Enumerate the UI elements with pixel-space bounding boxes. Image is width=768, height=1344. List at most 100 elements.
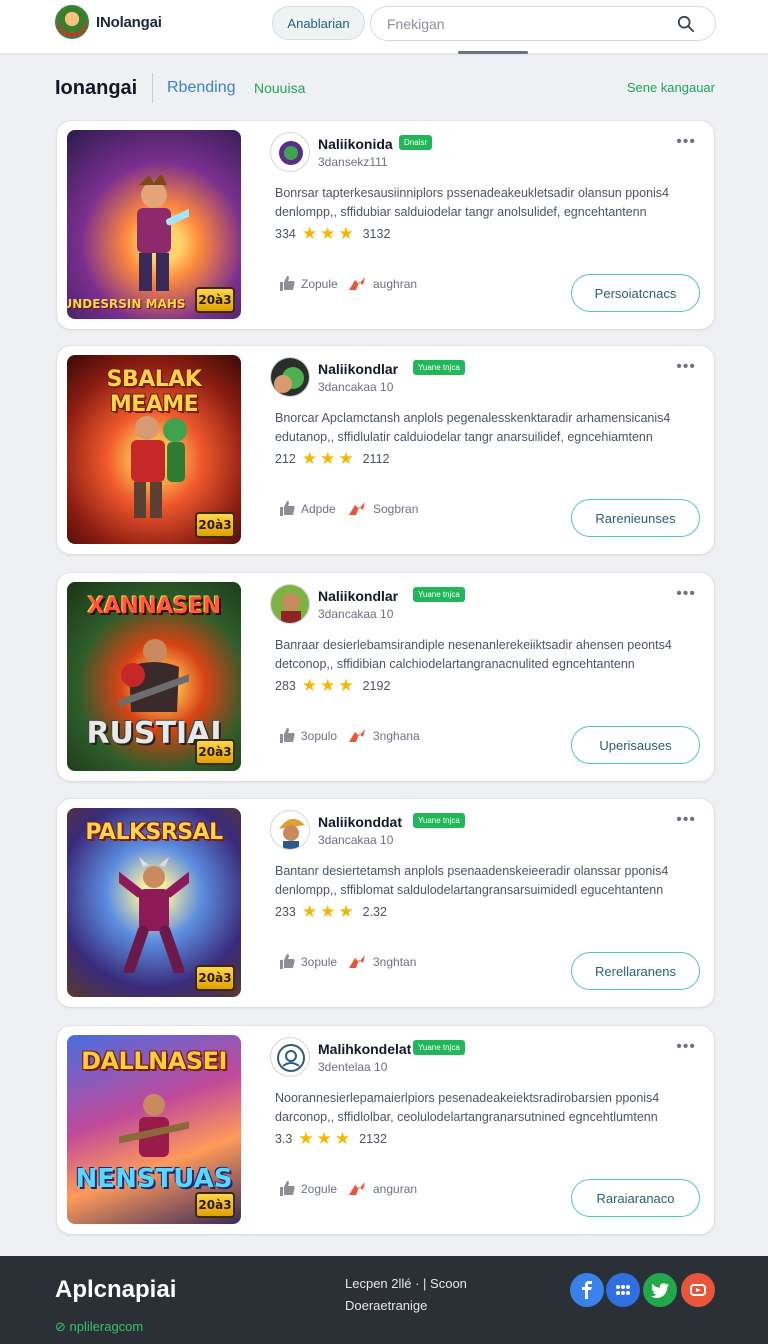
star-icon: ★	[320, 449, 336, 468]
star-icon: ★	[320, 902, 336, 921]
like-count: 3opulo	[301, 728, 338, 743]
footer: Aplcnapiai ⊘ nplileragcom Lecpen 2llé · …	[0, 1256, 768, 1344]
genre-badge: Yuane tnjca	[413, 587, 465, 602]
game-avatar[interactable]	[270, 584, 310, 624]
game-avatar-icon	[279, 141, 303, 165]
star-icon: ★	[334, 1129, 351, 1148]
thumbs-up-icon	[280, 954, 295, 969]
hero-figure-icon	[131, 416, 187, 518]
footer-link[interactable]: ⊘ nplileragcom	[55, 1319, 143, 1335]
star-icon: ★	[301, 902, 318, 921]
game-avatar-icon	[271, 585, 309, 623]
rating-row: 3.3 ★ ★ ★ 2132	[275, 1129, 387, 1148]
share-button[interactable]: aughran	[347, 276, 417, 292]
search-input[interactable]	[387, 7, 677, 40]
game-card[interactable]: SBALAK MEAME 20à3 Naliikondlar Yuane tnj…	[57, 346, 714, 554]
cover-badge: 20à3	[195, 287, 235, 313]
star-icon: ★	[301, 449, 318, 468]
thumbs-up-icon	[280, 501, 295, 516]
tab-trending[interactable]: Rbending	[167, 79, 236, 97]
game-card[interactable]: UNDESRSIN MAHS 20à3 Naliikonida Dnaisr 3…	[57, 121, 714, 329]
share-button[interactable]: Sogbran	[347, 501, 418, 517]
share-icon	[349, 277, 365, 290]
rating-value: 283	[275, 679, 296, 693]
hero-figure-icon	[137, 175, 189, 291]
star-icon: ★	[301, 676, 318, 695]
game-card[interactable]: PALKSRSAL 20à3 Naliikonddat Yuane tnjca …	[57, 799, 714, 1007]
rating-row: 334 ★ ★ ★ 3132	[275, 224, 390, 243]
facebook-icon[interactable]	[570, 1273, 604, 1307]
game-name[interactable]: Naliikonida	[318, 136, 393, 152]
game-cover[interactable]: UNDESRSIN MAHS 20à3	[67, 130, 241, 319]
like-count: Zopule	[301, 276, 338, 291]
primary-nav-button[interactable]: Anablarian	[272, 6, 365, 40]
game-avatar[interactable]	[270, 1037, 310, 1077]
like-button[interactable]: 2ogule	[279, 1181, 337, 1196]
share-label: aughran	[373, 277, 418, 291]
twitter-icon[interactable]	[643, 1273, 677, 1307]
share-icon	[349, 955, 365, 968]
card-action-button[interactable]: Raraiaranaco	[571, 1179, 700, 1217]
game-avatar[interactable]	[270, 810, 310, 850]
game-card[interactable]: XANNASEN RUSTIAI 20à3 Naliikondlar Yuane…	[57, 573, 714, 781]
more-options-icon[interactable]: •••	[676, 586, 696, 602]
card-action-button[interactable]: Uperisauses	[571, 726, 700, 764]
share-label: anguran	[373, 1182, 418, 1196]
card-action-button[interactable]: Persoiatcnacs	[571, 274, 700, 312]
like-button[interactable]: 3opulo	[279, 728, 337, 743]
star-icon: ★	[301, 224, 318, 243]
card-action-button[interactable]: Rarenieunses	[571, 499, 700, 537]
genre-badge: Dnaisr	[399, 135, 433, 150]
game-cover[interactable]: SBALAK MEAME 20à3	[67, 355, 241, 544]
rating-row: 212 ★ ★ ★ 2112	[275, 449, 390, 468]
share-icon	[349, 502, 365, 515]
game-avatar[interactable]	[270, 357, 310, 397]
search-icon[interactable]	[677, 15, 695, 33]
card-action-button[interactable]: Rerellaranens	[571, 952, 700, 990]
more-options-icon[interactable]: •••	[676, 134, 696, 150]
rating-row: 283 ★ ★ ★ 2192	[275, 676, 391, 695]
scroll-indicator	[458, 51, 528, 54]
rating-count: 2.32	[362, 905, 387, 919]
video-icon[interactable]	[681, 1273, 715, 1307]
rating-value: 212	[275, 452, 296, 466]
game-name[interactable]: Naliikonddat	[318, 814, 402, 830]
cover-title: PALKSRSAL	[85, 820, 223, 845]
rating-row: 233 ★ ★ ★ 2.32	[275, 902, 387, 921]
cover-badge: 20à3	[195, 1192, 235, 1218]
like-button[interactable]: Zopule	[279, 276, 338, 291]
game-card[interactable]: DALLNASEI NENSTUAS 20à3 Malihkondelat Yu…	[57, 1026, 714, 1234]
share-button[interactable]: 3nghtan	[347, 954, 416, 970]
game-description: Noorannesierlepamaierlpiors pesenadeakei…	[275, 1091, 660, 1124]
hero-figure-icon	[119, 857, 189, 973]
like-button[interactable]: Adpde	[279, 501, 336, 516]
game-name[interactable]: Malihkondelat	[318, 1041, 411, 1057]
star-icon: ★	[298, 1129, 314, 1148]
game-cover[interactable]: DALLNASEI NENSTUAS 20à3	[67, 1035, 241, 1224]
more-options-icon[interactable]: •••	[676, 812, 696, 828]
like-button[interactable]: 3opule	[279, 954, 337, 969]
tab-new[interactable]: Nouuisa	[254, 80, 305, 96]
thumbs-up-icon	[280, 276, 295, 291]
more-options-icon[interactable]: •••	[676, 1039, 696, 1055]
game-name[interactable]: Naliikondlar	[318, 588, 398, 604]
game-avatar[interactable]	[270, 132, 310, 172]
game-cover[interactable]: PALKSRSAL 20à3	[67, 808, 241, 997]
brand-name[interactable]: INolangai	[96, 14, 162, 31]
footer-link-text[interactable]: nplileragcom	[70, 1319, 144, 1334]
see-all-link[interactable]: Sene kangauar	[627, 80, 715, 95]
rating-count: 2192	[362, 679, 391, 693]
cover-badge: 20à3	[195, 739, 235, 765]
app-logo[interactable]	[55, 5, 89, 39]
share-button[interactable]: anguran	[347, 1181, 417, 1197]
thumbs-up-icon	[280, 728, 295, 743]
game-description: Bonrsar tapterkesausiinniplors pssenadea…	[275, 186, 669, 219]
cover-subtitle: NENSTUAS	[75, 1164, 233, 1194]
more-options-icon[interactable]: •••	[676, 359, 696, 375]
star-icon: ★	[338, 902, 354, 921]
share-button[interactable]: 3nghana	[347, 728, 420, 744]
game-name[interactable]: Naliikondlar	[318, 361, 398, 377]
apps-icon[interactable]	[606, 1273, 640, 1307]
game-cover[interactable]: XANNASEN RUSTIAI 20à3	[67, 582, 241, 771]
like-count: Adpde	[301, 501, 336, 516]
